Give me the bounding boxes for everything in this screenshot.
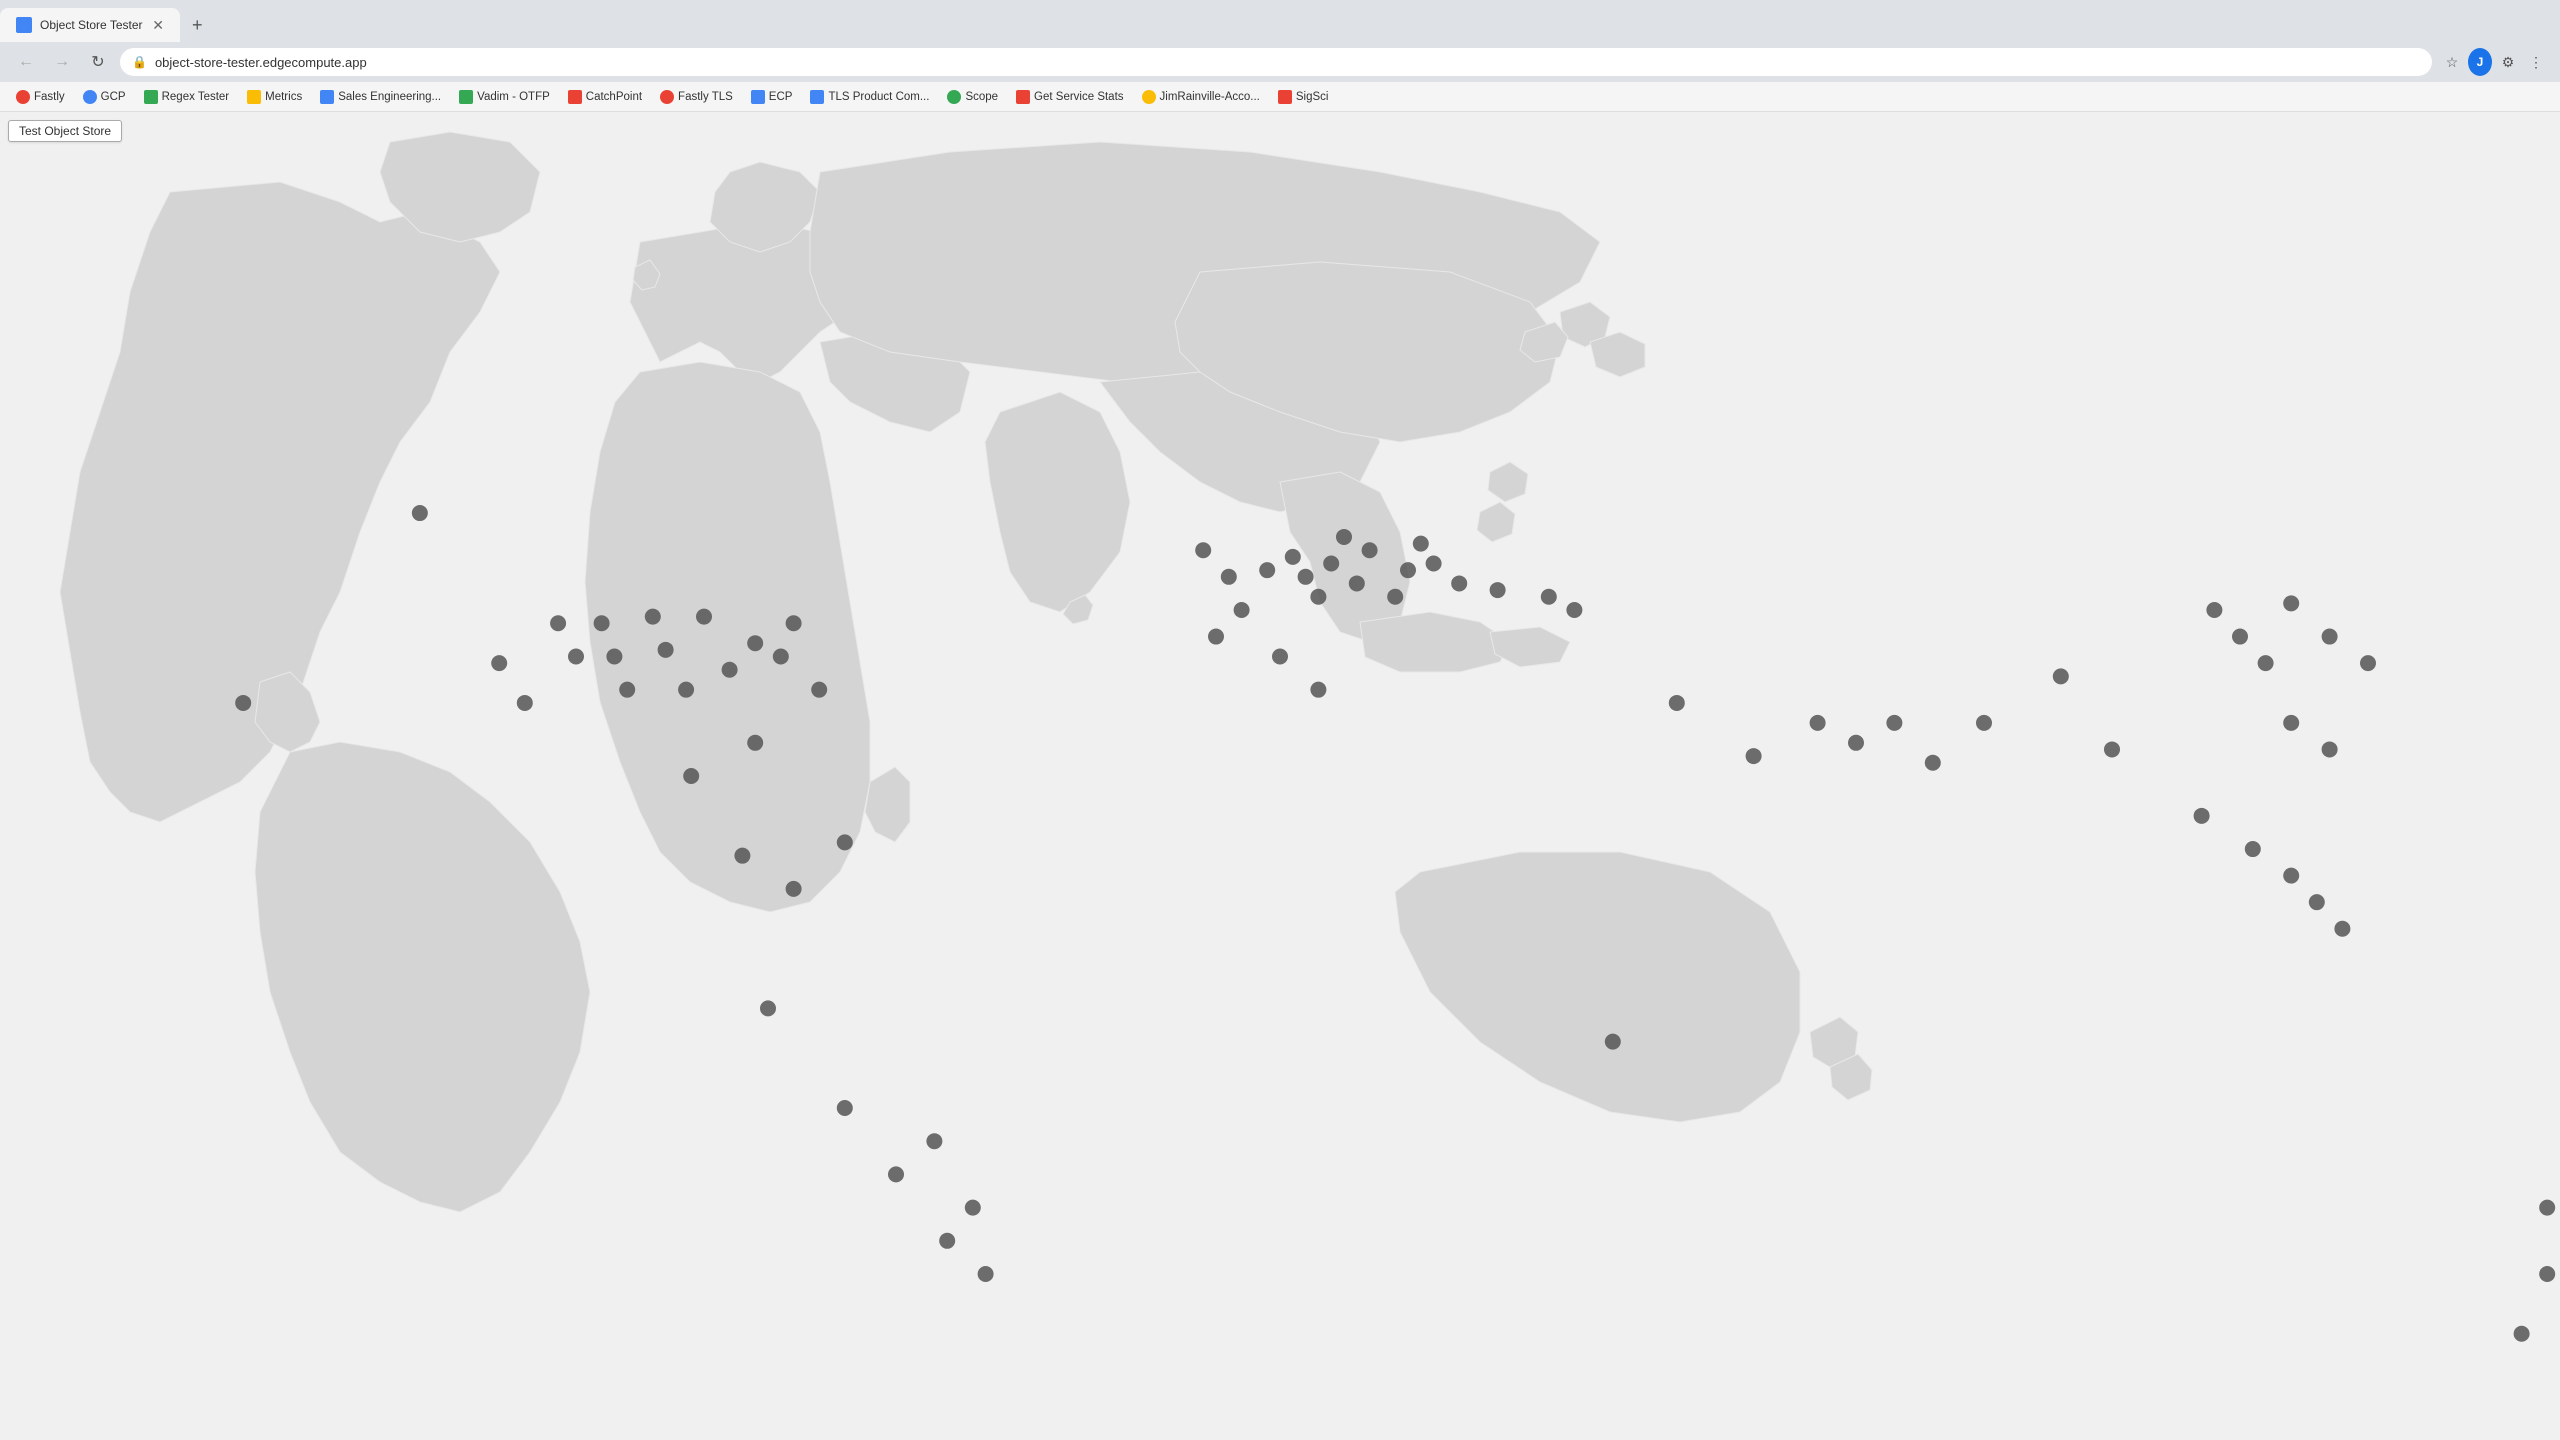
bookmark-getservicestats-favicon xyxy=(1016,90,1030,104)
bookmark-fastly-tls-favicon xyxy=(660,90,674,104)
bookmark-vadim-favicon xyxy=(459,90,473,104)
bookmark-sales[interactable]: Sales Engineering... xyxy=(312,88,449,106)
bookmark-sigsci[interactable]: SigSci xyxy=(1270,88,1337,106)
url-text: object-store-tester.edgecompute.app xyxy=(155,55,2420,70)
lock-icon: 🔒 xyxy=(132,55,147,69)
bookmark-fastly-favicon xyxy=(16,90,30,104)
world-map xyxy=(0,112,2560,1440)
bookmark-gcp[interactable]: GCP xyxy=(75,88,134,106)
bookmark-sales-favicon xyxy=(320,90,334,104)
world-map-svg xyxy=(0,112,2560,1440)
bookmark-scope-favicon xyxy=(947,90,961,104)
address-bar[interactable]: 🔒 object-store-tester.edgecompute.app xyxy=(120,48,2432,76)
bookmark-ecp-favicon xyxy=(751,90,765,104)
bookmark-ecp[interactable]: ECP xyxy=(743,88,801,106)
test-object-store-button[interactable]: Test Object Store xyxy=(8,120,122,142)
bookmark-metrics-favicon xyxy=(247,90,261,104)
extensions-icon[interactable]: ⚙ xyxy=(2496,50,2520,74)
bookmark-getservicestats[interactable]: Get Service Stats xyxy=(1008,88,1131,106)
bookmark-jimrainville-favicon xyxy=(1142,90,1156,104)
bookmarks-bar: Fastly GCP Regex Tester Metrics Sales En… xyxy=(0,82,2560,112)
browser-window: Object Store Tester ✕ + ← → ↻ 🔒 object-s… xyxy=(0,0,2560,1440)
bookmark-vadim[interactable]: Vadim - OTFP xyxy=(451,88,558,106)
bookmark-scope[interactable]: Scope xyxy=(939,88,1006,106)
bookmark-gcp-favicon xyxy=(83,90,97,104)
new-tab-button[interactable]: + xyxy=(180,8,215,42)
page-content: Test Object Store xyxy=(0,112,2560,1440)
bookmark-catchpoint[interactable]: CatchPoint xyxy=(560,88,650,106)
tab-close-button[interactable]: ✕ xyxy=(152,17,164,34)
reload-button[interactable]: ↻ xyxy=(84,48,112,76)
forward-button[interactable]: → xyxy=(48,48,76,76)
toolbar-icons: ☆ J ⚙ ⋮ xyxy=(2440,50,2548,74)
bookmark-fastly-tls[interactable]: Fastly TLS xyxy=(652,88,741,106)
profile-button[interactable]: J xyxy=(2468,50,2492,74)
bookmark-tls-favicon xyxy=(810,90,824,104)
profile-avatar: J xyxy=(2468,48,2492,76)
bookmark-fastly[interactable]: Fastly xyxy=(8,88,73,106)
tab-favicon xyxy=(16,17,32,33)
back-button[interactable]: ← xyxy=(12,48,40,76)
address-bar-row: ← → ↻ 🔒 object-store-tester.edgecompute.… xyxy=(0,42,2560,82)
bookmark-sigsci-favicon xyxy=(1278,90,1292,104)
bookmark-jimrainville[interactable]: JimRainville-Acco... xyxy=(1134,88,1268,106)
tab-bar: Object Store Tester ✕ + xyxy=(0,0,2560,42)
bookmark-tls[interactable]: TLS Product Com... xyxy=(802,88,937,106)
bookmark-regex[interactable]: Regex Tester xyxy=(136,88,238,106)
tab-title: Object Store Tester xyxy=(40,18,144,32)
menu-icon[interactable]: ⋮ xyxy=(2524,50,2548,74)
bookmark-catchpoint-favicon xyxy=(568,90,582,104)
active-tab[interactable]: Object Store Tester ✕ xyxy=(0,8,180,42)
bookmark-regex-favicon xyxy=(144,90,158,104)
bookmark-star-icon[interactable]: ☆ xyxy=(2440,50,2464,74)
bookmark-metrics[interactable]: Metrics xyxy=(239,88,310,106)
